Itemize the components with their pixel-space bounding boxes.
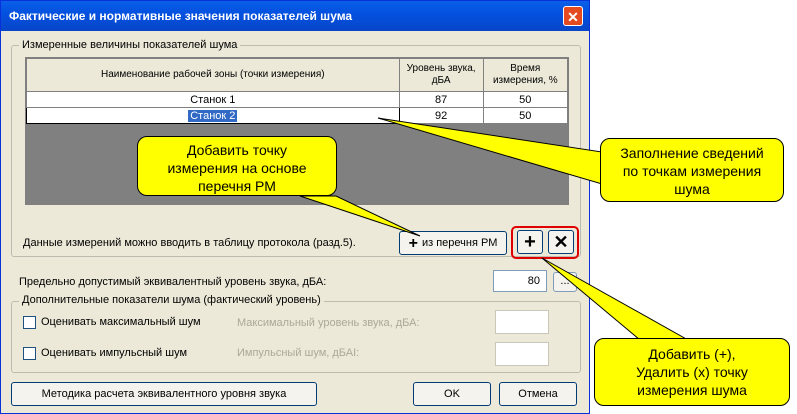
callout-fill-info-line1: Заполнение сведений bbox=[620, 145, 764, 161]
callout-add-delete-line2: Удалить (х) точку bbox=[636, 364, 748, 380]
callout-add-delete-line3: измерения шума bbox=[637, 382, 747, 398]
callout-add-point: Добавить точку измерения на основе переч… bbox=[137, 136, 337, 196]
callout-fill-info: Заполнение сведений по точкам измерения … bbox=[600, 138, 784, 202]
callout-add-point-line1: Добавить точку bbox=[186, 142, 288, 158]
callout-fill-info-line2: по точкам измерения bbox=[622, 163, 762, 179]
callout-fill-info-line3: шума bbox=[674, 181, 710, 197]
pointer-add-point bbox=[299, 195, 421, 237]
callout-add-delete: Добавить (+), Удалить (х) точку измерени… bbox=[594, 338, 790, 406]
callout-add-point-line2: измерения на основе bbox=[167, 160, 307, 176]
pointer-add-delete bbox=[541, 257, 690, 341]
callout-add-point-line3: перечня РМ bbox=[198, 178, 276, 194]
pointer-fill-info bbox=[377, 117, 603, 185]
callout-add-delete-line1: Добавить (+), bbox=[648, 346, 736, 362]
